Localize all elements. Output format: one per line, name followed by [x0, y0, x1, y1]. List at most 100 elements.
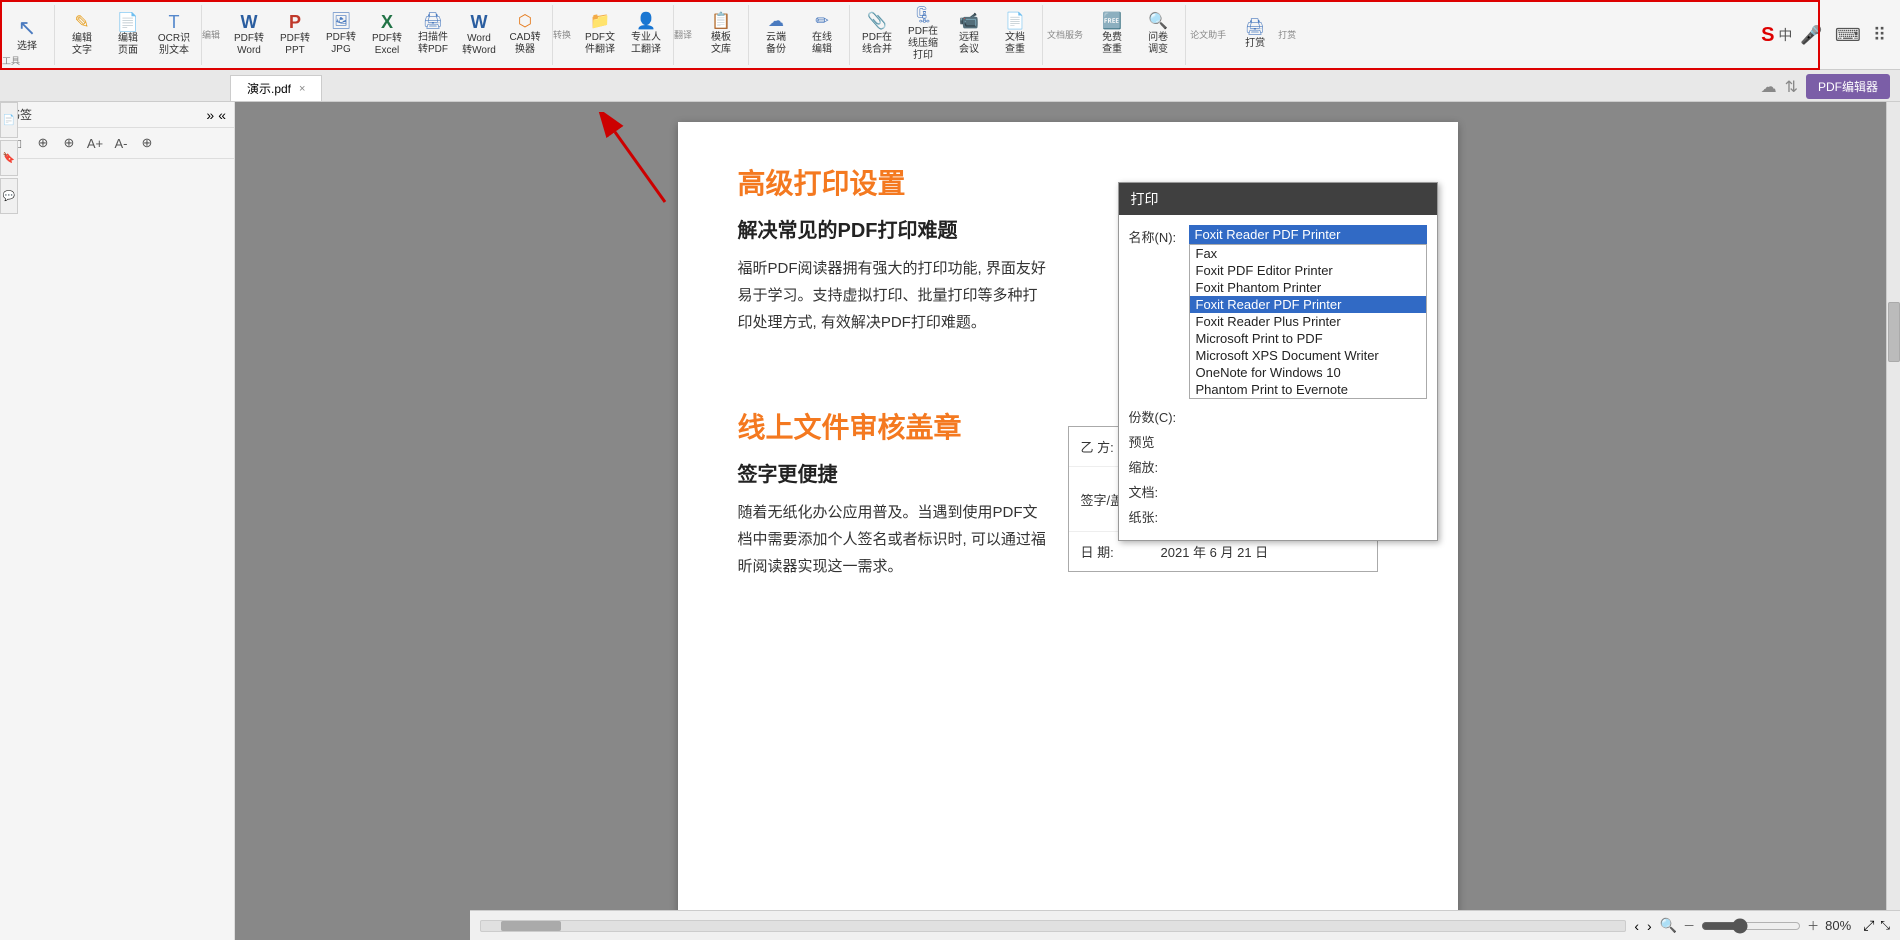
- side-icon-pages[interactable]: 📄: [0, 102, 18, 138]
- sync-icon[interactable]: ⇅: [1785, 77, 1798, 97]
- toolbar-print-reward[interactable]: 🖨 打赏: [1232, 5, 1278, 65]
- toolbar-pdf-to-excel[interactable]: X PDF转Excel: [364, 5, 410, 65]
- print-reward-icon: 🖨: [1245, 20, 1265, 36]
- toolbar-pro-translate-label: 专业人工翻译: [631, 32, 661, 56]
- toolbar-pro-translate[interactable]: 👤 专业人工翻译: [623, 5, 669, 65]
- edit-group-label: 编辑: [202, 28, 220, 41]
- content-area: 高级打印设置 解决常见的PDF打印难题 福昕PDF阅读器拥有强大的打印功能, 界…: [235, 102, 1900, 940]
- questionnaire-icon: 🔍: [1148, 14, 1168, 30]
- toolbar-template[interactable]: 📋 模板文库: [698, 5, 744, 65]
- toolbar-group-convert: W PDF转Word P PDF转PPT 🖼 PDF转JPG X PDF转Exc…: [226, 5, 553, 65]
- toolbar-ocr[interactable]: T OCR识别文本: [151, 5, 197, 65]
- sidebar-tool-font-increase[interactable]: A+: [84, 132, 106, 154]
- printer-foxit-plus[interactable]: Foxit Reader Plus Printer: [1190, 313, 1426, 330]
- toolbar-word-to-pdf[interactable]: W Word转Word: [456, 5, 502, 65]
- toolbar-questionnaire-label: 问卷调变: [1148, 32, 1168, 56]
- printer-foxit-phantom[interactable]: Foxit Phantom Printer: [1190, 279, 1426, 296]
- print-preview-label: 预览: [1129, 430, 1189, 451]
- toolbar-online-compress[interactable]: 🗜 PDF在线压缩打印: [900, 5, 946, 65]
- sidebar-tool-font-decrease[interactable]: A-: [110, 132, 132, 154]
- sidebar: 书签 » « □ ⊕ ⊕ A+ A- ⊕: [0, 102, 235, 940]
- toolbar-edit-page-label: 编辑页面: [118, 33, 138, 57]
- print-section-title: 高级打印设置: [738, 162, 1048, 202]
- pdf-to-word-icon: W: [241, 13, 258, 31]
- print-name-selected[interactable]: Foxit Reader PDF Printer: [1189, 225, 1427, 244]
- toolbar-scan-label: 扫描件转PDF: [418, 32, 448, 56]
- toolbar-cad[interactable]: ⬡ CAD转换器: [502, 5, 548, 65]
- tab-close-btn[interactable]: ×: [299, 83, 305, 95]
- printer-ms-pdf[interactable]: Microsoft Print to PDF: [1190, 330, 1426, 347]
- toolbar-edit-page[interactable]: 📄 编辑页面: [105, 5, 151, 65]
- zoom-slider[interactable]: [1701, 918, 1801, 934]
- pro-translate-icon: 👤: [636, 14, 656, 30]
- print-preview-row: 预览: [1129, 430, 1427, 451]
- grid-icon[interactable]: ⠿: [1869, 21, 1890, 50]
- toolbar-free[interactable]: 🆓 免费查重: [1089, 5, 1135, 65]
- convert-group-label: 转换: [553, 28, 571, 41]
- mic-icon[interactable]: 🎤: [1796, 21, 1826, 50]
- printer-fax[interactable]: Fax: [1190, 245, 1426, 262]
- toolbar-pdf-to-word[interactable]: W PDF转Word: [226, 5, 272, 65]
- printer-phantom-evernote[interactable]: Phantom Print to Evernote: [1190, 381, 1426, 398]
- sidebar-tool-add1[interactable]: ⊕: [32, 132, 54, 154]
- online-edit-icon: ✏: [815, 14, 828, 30]
- sidebar-tool-add3[interactable]: ⊕: [136, 132, 158, 154]
- toolbar-scan-to-pdf[interactable]: 🖨 扫描件转PDF: [410, 5, 456, 65]
- pdf-tab[interactable]: 演示.pdf ×: [230, 75, 322, 101]
- keyboard-icon[interactable]: ⌨: [1831, 21, 1865, 50]
- sogou-logo: S: [1761, 24, 1774, 47]
- side-icon-comment[interactable]: 💬: [0, 178, 18, 214]
- toolbar-online-edit-label: 在线编辑: [812, 32, 832, 56]
- toolbar-pdf-to-word-label: PDF转Word: [234, 33, 264, 57]
- meeting-icon: 📹: [959, 14, 979, 30]
- print-copies-row: 份数(C):: [1129, 405, 1427, 426]
- pdf-editor-button[interactable]: PDF编辑器: [1806, 74, 1890, 99]
- fullscreen-icon[interactable]: ⤢: [1863, 917, 1874, 934]
- zoom-out-icon[interactable]: 🔍: [1660, 917, 1677, 934]
- red-arrow-svg: [585, 112, 705, 212]
- minimize-icon[interactable]: ⤡: [1880, 918, 1890, 933]
- edit-page-icon: 📄: [117, 13, 139, 31]
- scrollbar-h-thumb[interactable]: [501, 921, 561, 931]
- sidebar-expand-icon[interactable]: »: [206, 107, 214, 123]
- toolbar-online-edit[interactable]: ✏ 在线编辑: [799, 5, 845, 65]
- print-dialog-container: 打印 名称(N): Foxit Reader PDF Printer Fax F…: [1068, 162, 1398, 366]
- toolbar-remote-meeting[interactable]: 📹 远程会议: [946, 5, 992, 65]
- pdf-to-jpg-icon: 🖼: [331, 14, 351, 30]
- toolbar-pdf-translate-label: PDF文件翻译: [585, 32, 615, 56]
- toolbar-edit-text[interactable]: ✎ 编辑文字: [59, 5, 105, 65]
- toolbar-pdf-to-jpg[interactable]: 🖼 PDF转JPG: [318, 5, 364, 65]
- scrollbar-thumb[interactable]: [1888, 302, 1900, 362]
- section-print-text: 高级打印设置 解决常见的PDF打印难题 福昕PDF阅读器拥有强大的打印功能, 界…: [738, 162, 1048, 366]
- cloud-sync-icon[interactable]: ☁: [1761, 77, 1777, 97]
- print-dialog-body: 名称(N): Foxit Reader PDF Printer Fax Foxi…: [1119, 215, 1437, 540]
- sidebar-tool-add2[interactable]: ⊕: [58, 132, 80, 154]
- sidebar-collapse-icon[interactable]: «: [218, 107, 226, 123]
- pdf-to-excel-icon: X: [381, 13, 393, 31]
- toolbar-questionnaire[interactable]: 🔍 问卷调变: [1135, 5, 1181, 65]
- side-icon-panel: 📄 🔖 💬: [0, 102, 18, 214]
- scroll-left-icon[interactable]: ‹: [1634, 918, 1639, 934]
- pdf-page: 高级打印设置 解决常见的PDF打印难题 福昕PDF阅读器拥有强大的打印功能, 界…: [678, 122, 1458, 940]
- side-icon-bookmark2[interactable]: 🔖: [0, 140, 18, 176]
- lang-icon: 中: [1778, 25, 1792, 45]
- toolbar-cloud[interactable]: ☁ 云端备份: [753, 5, 799, 65]
- printer-foxit-editor[interactable]: Foxit PDF Editor Printer: [1190, 262, 1426, 279]
- printer-foxit-reader[interactable]: Foxit Reader PDF Printer: [1190, 296, 1426, 313]
- toolbar-pdf-merge[interactable]: 📎 PDF在线合并: [854, 5, 900, 65]
- bottom-scrollbar[interactable]: [480, 920, 1626, 932]
- toolbar-doc-review-label: 文档查重: [1005, 32, 1025, 56]
- pdf-merge-icon: 📎: [867, 14, 887, 30]
- toolbar-group-translate: 📁 PDF文件翻译 👤 专业人工翻译: [577, 5, 674, 65]
- scroll-right-icon[interactable]: ›: [1647, 918, 1652, 934]
- printer-ms-xps[interactable]: Microsoft XPS Document Writer: [1190, 347, 1426, 364]
- toolbar-pdf-translate[interactable]: 📁 PDF文件翻译: [577, 5, 623, 65]
- toolbar-group-template: 📋 模板文库: [698, 5, 749, 65]
- printer-onenote[interactable]: OneNote for Windows 10: [1190, 364, 1426, 381]
- content-scrollbar[interactable]: [1886, 102, 1900, 910]
- toolbar-doc-review[interactable]: 📄 文档查重: [992, 5, 1038, 65]
- sig-date-value: 2021 年 6 月 21 日: [1161, 542, 1269, 561]
- toolbar-free-label: 免费查重: [1102, 32, 1122, 56]
- toolbar-pdf-to-ppt[interactable]: P PDF转PPT: [272, 5, 318, 65]
- print-dialog: 打印 名称(N): Foxit Reader PDF Printer Fax F…: [1118, 182, 1438, 541]
